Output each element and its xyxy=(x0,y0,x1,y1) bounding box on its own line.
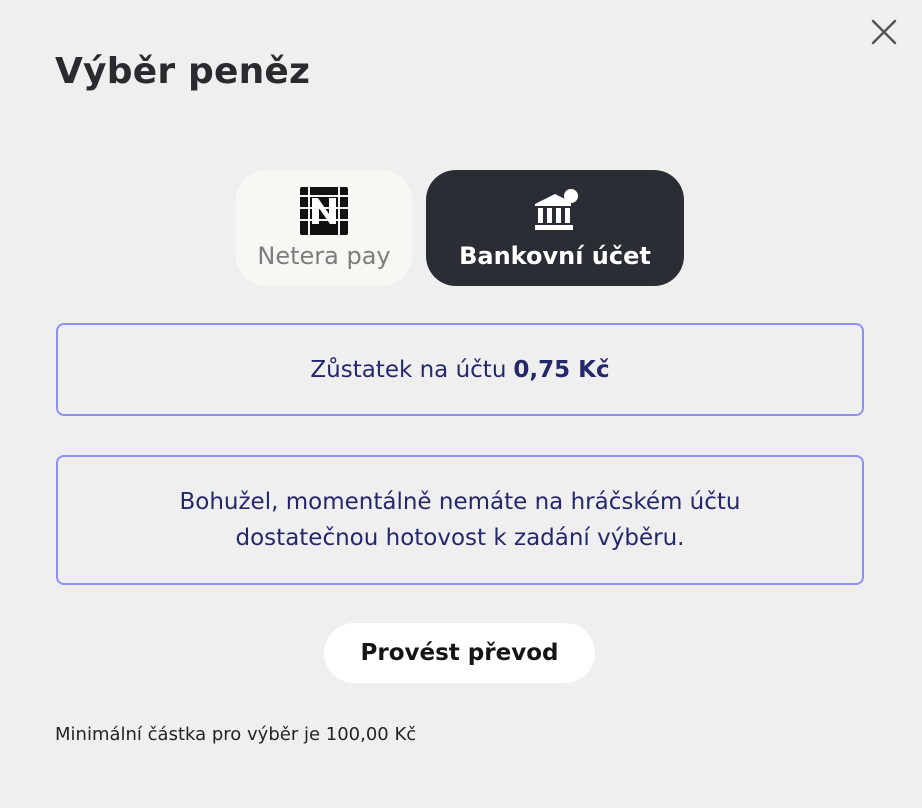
payment-method-tabs: Netera pay Bankovní účet xyxy=(236,170,686,286)
transfer-button[interactable]: Provést převod xyxy=(324,623,595,683)
payment-method-label: Bankovní účet xyxy=(459,241,651,270)
balance-value: 0,75 Kč xyxy=(513,356,610,383)
payment-method-netera-pay[interactable]: Netera pay xyxy=(236,170,412,286)
payment-method-bank-account[interactable]: Bankovní účet xyxy=(426,170,684,286)
payment-method-label: Netera pay xyxy=(257,241,391,270)
withdraw-money-modal: Výběr peněz Netera pay Bankovní účet Zůs… xyxy=(0,0,922,808)
netera-pay-logo-icon xyxy=(300,186,348,235)
close-button[interactable] xyxy=(866,14,902,50)
bank-icon xyxy=(535,188,578,230)
modal-title: Výběr peněz xyxy=(55,51,311,92)
minimum-amount-note: Minimální částka pro výběr je 100,00 Kč xyxy=(55,724,417,745)
insufficient-funds-message: Bohužel, momentálně nemáte na hráčském ú… xyxy=(56,455,864,585)
close-icon xyxy=(871,19,897,45)
balance-box: Zůstatek na účtu 0,75 Kč xyxy=(56,323,864,416)
balance-label: Zůstatek na účtu xyxy=(310,356,507,383)
warning-text: Bohužel, momentálně nemáte na hráčském ú… xyxy=(179,489,741,551)
